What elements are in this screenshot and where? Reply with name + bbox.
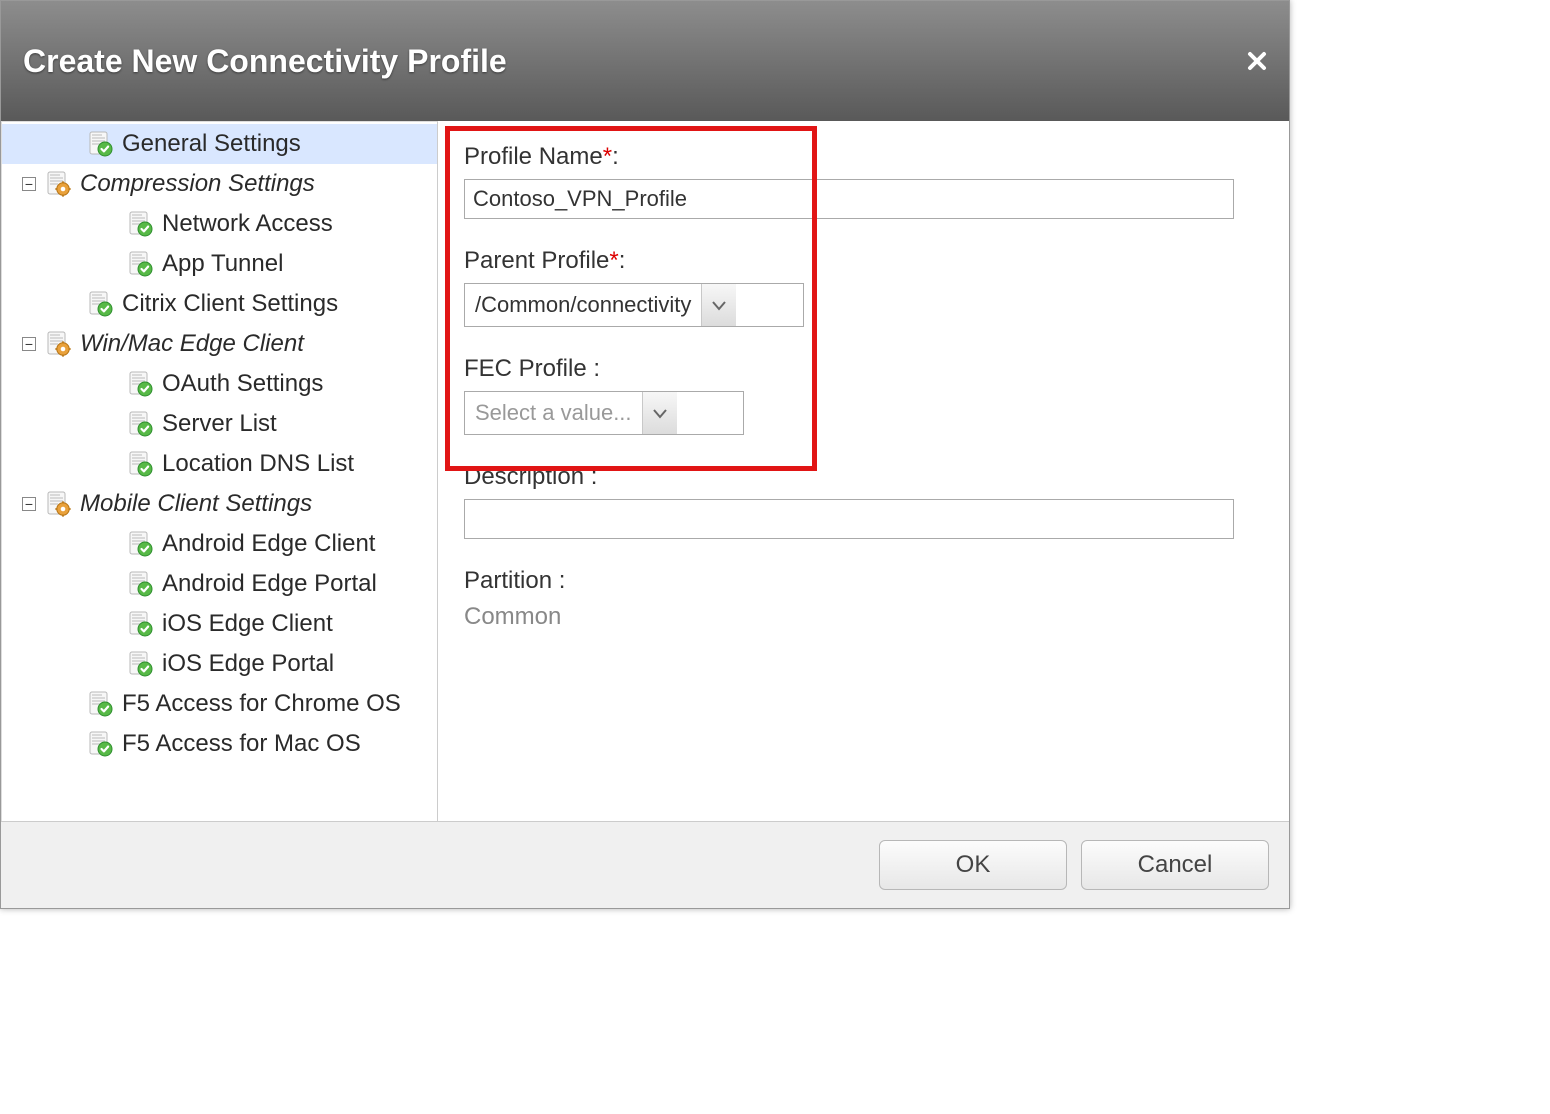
fec-profile-dropdown-button[interactable] — [642, 392, 677, 434]
settings-tree: General Settings − Compression Settings Net… — [1, 121, 438, 821]
page-check-icon — [126, 210, 156, 238]
tree-item[interactable]: Citrix Client Settings — [2, 284, 437, 324]
tree-item[interactable]: − Mobile Client Settings — [2, 484, 437, 524]
field-partition: Partition : Common — [464, 567, 1263, 631]
tree-item[interactable]: General Settings — [2, 124, 437, 164]
page-check-icon — [126, 410, 156, 438]
field-description: Description : — [464, 463, 1263, 539]
page-check-icon — [126, 570, 156, 598]
page-check-icon — [86, 130, 116, 158]
tree-item[interactable]: OAuth Settings — [2, 364, 437, 404]
tree-item-label: OAuth Settings — [160, 370, 323, 398]
profile-name-input[interactable] — [464, 179, 1234, 219]
tree-item-label: Network Access — [160, 210, 333, 238]
tree-item-label: App Tunnel — [160, 250, 283, 278]
tree-collapse-icon[interactable]: − — [22, 497, 36, 511]
tree-item[interactable]: Server List — [2, 404, 437, 444]
tree-item[interactable]: Android Edge Client — [2, 524, 437, 564]
tree-item[interactable]: − Compression Settings — [2, 164, 437, 204]
chevron-down-icon — [652, 406, 668, 420]
dialog-title: Create New Connectivity Profile — [23, 43, 507, 80]
page-gear-icon — [44, 330, 74, 358]
page-check-icon — [126, 530, 156, 558]
tree-item-label: F5 Access for Chrome OS — [120, 690, 401, 718]
field-profile-name: Profile Name*: — [464, 143, 1263, 219]
tree-item-label: iOS Edge Portal — [160, 650, 334, 678]
page-check-icon — [126, 650, 156, 678]
tree-collapse-icon[interactable]: − — [22, 177, 36, 191]
tree-item[interactable]: F5 Access for Mac OS — [2, 724, 437, 764]
parent-profile-select[interactable]: /Common/connectivity — [464, 283, 804, 327]
tree-item-label: Android Edge Client — [160, 530, 375, 558]
description-label: Description : — [464, 463, 1263, 491]
tree-item[interactable]: iOS Edge Portal — [2, 644, 437, 684]
parent-profile-value: /Common/connectivity — [465, 284, 701, 326]
page-check-icon — [126, 250, 156, 278]
tree-item-label: Win/Mac Edge Client — [78, 330, 304, 358]
chevron-down-icon — [711, 298, 727, 312]
fec-profile-value: Select a value... — [465, 392, 642, 434]
tree-item-label: Android Edge Portal — [160, 570, 377, 598]
page-check-icon — [86, 690, 116, 718]
fec-profile-select[interactable]: Select a value... — [464, 391, 744, 435]
tree-item[interactable]: Location DNS List — [2, 444, 437, 484]
page-check-icon — [126, 610, 156, 638]
tree-item-label: F5 Access for Mac OS — [120, 730, 361, 758]
tree-item[interactable]: − Win/Mac Edge Client — [2, 324, 437, 364]
close-button[interactable] — [1247, 51, 1267, 71]
tree-item-label: Location DNS List — [160, 450, 354, 478]
tree-collapse-icon[interactable]: − — [22, 337, 36, 351]
close-icon — [1247, 51, 1267, 71]
tree-item[interactable]: Android Edge Portal — [2, 564, 437, 604]
parent-profile-dropdown-button[interactable] — [701, 284, 736, 326]
tree-item-label: iOS Edge Client — [160, 610, 333, 638]
partition-value: Common — [464, 603, 1263, 631]
tree-item[interactable]: Network Access — [2, 204, 437, 244]
cancel-button[interactable]: Cancel — [1081, 840, 1269, 890]
page-gear-icon — [44, 490, 74, 518]
tree-item-label: Compression Settings — [78, 170, 315, 198]
tree-item-label: Mobile Client Settings — [78, 490, 312, 518]
tree-item-label: Server List — [160, 410, 277, 438]
dialog-create-connectivity-profile: Create New Connectivity Profile General … — [0, 0, 1290, 909]
tree-item-label: General Settings — [120, 130, 301, 158]
tree-item[interactable]: iOS Edge Client — [2, 604, 437, 644]
form-panel: Profile Name*: Parent Profile*: /Common/… — [438, 121, 1289, 821]
page-check-icon — [86, 730, 116, 758]
tree-item[interactable]: F5 Access for Chrome OS — [2, 684, 437, 724]
page-check-icon — [86, 290, 116, 318]
parent-profile-label: Parent Profile*: — [464, 247, 1263, 275]
fec-profile-label: FEC Profile : — [464, 355, 1263, 383]
page-check-icon — [126, 370, 156, 398]
page-check-icon — [126, 450, 156, 478]
page-gear-icon — [44, 170, 74, 198]
dialog-footer: OK Cancel — [1, 821, 1289, 908]
profile-name-label: Profile Name*: — [464, 143, 1263, 171]
field-parent-profile: Parent Profile*: /Common/connectivity — [464, 247, 1263, 327]
tree-item[interactable]: App Tunnel — [2, 244, 437, 284]
tree-item-label: Citrix Client Settings — [120, 290, 338, 318]
ok-button[interactable]: OK — [879, 840, 1067, 890]
field-fec-profile: FEC Profile : Select a value... — [464, 355, 1263, 435]
description-input[interactable] — [464, 499, 1234, 539]
partition-label: Partition : — [464, 567, 1263, 595]
dialog-titlebar: Create New Connectivity Profile — [1, 1, 1289, 121]
